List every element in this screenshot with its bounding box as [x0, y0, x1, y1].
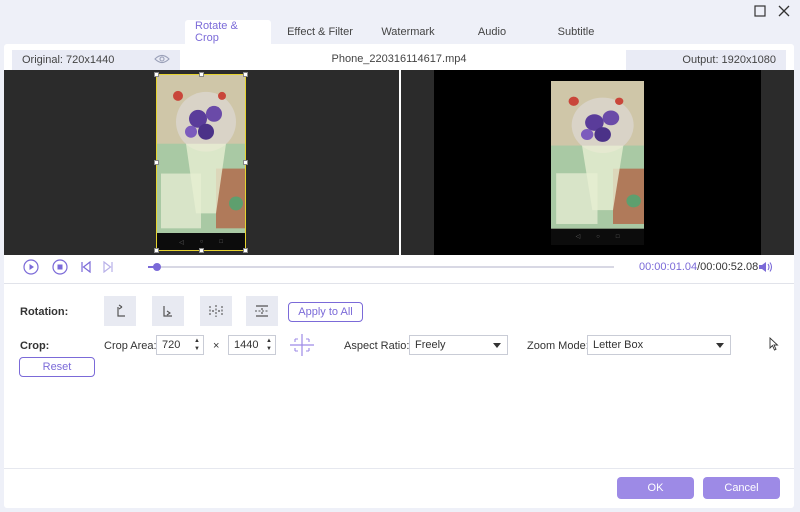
- flip-horizontal-icon: [209, 305, 223, 317]
- crop-handle-mr[interactable]: [243, 160, 248, 165]
- aspect-ratio-value: Freely: [415, 339, 446, 351]
- crop-handle-ml[interactable]: [154, 160, 159, 165]
- tab-bar: Rotate & Crop Effect & Filter Watermark …: [185, 20, 615, 44]
- play-icon: [23, 259, 39, 275]
- zoom-mode-value: Letter Box: [593, 339, 644, 351]
- stepper-up-icon[interactable]: ▲: [194, 337, 200, 345]
- rotate-right-button[interactable]: [152, 296, 184, 326]
- stepper-up-icon[interactable]: ▲: [266, 337, 272, 345]
- tab-effect-filter[interactable]: Effect & Filter: [271, 20, 369, 44]
- chevron-down-icon: [716, 343, 724, 348]
- timeline-slider[interactable]: [148, 263, 614, 271]
- total-time: /00:00:52.08: [697, 261, 759, 273]
- chevron-down-icon: [493, 343, 501, 348]
- output-video-frame: ◁ ○ □: [551, 81, 644, 245]
- rotate-left-icon: [117, 304, 125, 317]
- times-symbol: ×: [213, 340, 220, 352]
- tab-subtitle[interactable]: Subtitle: [537, 20, 615, 44]
- crop-area-label: Crop Area:: [104, 340, 157, 352]
- playback-controls: 00:00:01.04/00:00:52.08: [4, 257, 794, 277]
- aspect-ratio-label: Aspect Ratio:: [344, 340, 410, 352]
- zoom-mode-select[interactable]: Letter Box: [587, 335, 731, 355]
- zoom-mode-label: Zoom Mode:: [527, 340, 589, 352]
- bouquet-image-output: [551, 81, 644, 229]
- crop-label: Crop:: [20, 340, 50, 352]
- footer-divider: [4, 468, 794, 469]
- rotate-left-button[interactable]: [104, 296, 136, 326]
- volume-icon: [759, 262, 773, 272]
- crop-width-stepper[interactable]: ▲ ▼: [191, 337, 203, 353]
- ok-button[interactable]: OK: [617, 477, 694, 499]
- mouse-cursor-icon: [769, 337, 779, 351]
- aspect-ratio-select[interactable]: Freely: [409, 335, 508, 355]
- stepper-down-icon[interactable]: ▼: [266, 345, 272, 353]
- tab-watermark[interactable]: Watermark: [369, 20, 447, 44]
- crop-handle-tm[interactable]: [199, 72, 204, 77]
- time-display: 00:00:01.04/00:00:52.08: [639, 261, 758, 273]
- crop-handle-tr[interactable]: [243, 72, 248, 77]
- crop-height-input[interactable]: 1440 ▲ ▼: [228, 335, 276, 355]
- crop-rectangle[interactable]: [154, 72, 248, 253]
- crop-handle-br[interactable]: [243, 248, 248, 253]
- close-button[interactable]: [775, 2, 793, 20]
- skip-forward-icon: [103, 261, 113, 273]
- phone-nav-bar-output: ◁ ○ □: [551, 228, 644, 245]
- flip-vertical-icon: [255, 305, 269, 317]
- crop-width-value: 720: [162, 339, 181, 351]
- source-preview: ◁ ○ □: [4, 70, 399, 255]
- divider: [4, 283, 794, 284]
- crop-height-stepper[interactable]: ▲ ▼: [263, 337, 275, 353]
- next-frame-button[interactable]: [100, 258, 116, 276]
- crop-height-value: 1440: [234, 339, 259, 351]
- flip-horizontal-button[interactable]: [200, 296, 232, 326]
- crosshair-icon: [290, 334, 314, 356]
- crop-handle-tl[interactable]: [154, 72, 159, 77]
- info-bar: Original: 720x1440 Phone_220316114617.mp…: [4, 50, 794, 70]
- reset-button[interactable]: Reset: [19, 357, 95, 377]
- cancel-button[interactable]: Cancel: [703, 477, 780, 499]
- apply-to-all-button[interactable]: Apply to All: [288, 302, 363, 322]
- play-button[interactable]: [22, 258, 40, 276]
- maximize-button[interactable]: [751, 2, 769, 20]
- timeline-knob[interactable]: [153, 263, 162, 271]
- stop-icon: [52, 259, 68, 275]
- output-resolution-label: Output: 1920x1080: [682, 54, 776, 66]
- maximize-icon: [754, 5, 766, 17]
- stepper-down-icon[interactable]: ▼: [194, 345, 200, 353]
- flip-vertical-button[interactable]: [246, 296, 278, 326]
- stop-button[interactable]: [51, 258, 69, 276]
- tab-audio[interactable]: Audio: [447, 20, 537, 44]
- crop-handle-bl[interactable]: [154, 248, 159, 253]
- current-time: 00:00:01.04: [639, 261, 698, 273]
- crop-width-input[interactable]: 720 ▲ ▼: [156, 335, 204, 355]
- volume-button[interactable]: [756, 258, 774, 276]
- crop-handle-bm[interactable]: [199, 248, 204, 253]
- output-preview: ◁ ○ □: [401, 70, 794, 255]
- tab-rotate-crop[interactable]: Rotate & Crop: [185, 20, 271, 44]
- output-resolution-tag: Output: 1920x1080: [626, 50, 786, 70]
- rotation-label: Rotation:: [20, 306, 69, 318]
- close-icon: [778, 5, 790, 17]
- skip-back-icon: [81, 261, 91, 273]
- rotate-right-icon: [163, 306, 172, 317]
- center-crop-button[interactable]: [289, 333, 315, 357]
- previous-frame-button[interactable]: [78, 258, 94, 276]
